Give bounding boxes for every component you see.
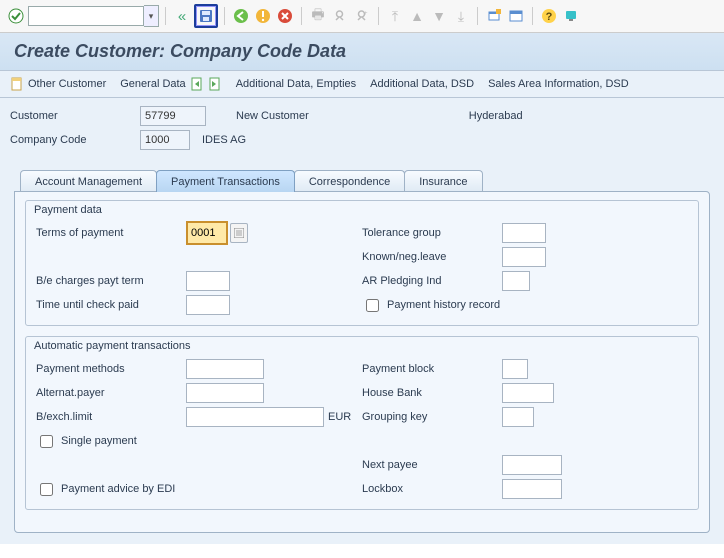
bexch-limit-input[interactable] [186, 407, 324, 427]
doc-next-icon[interactable] [208, 77, 222, 91]
tab-account-management[interactable]: Account Management [20, 170, 157, 192]
general-data-button[interactable]: General Data [120, 77, 221, 91]
company-code-label: Company Code [10, 134, 140, 146]
payment-methods-label: Payment methods [36, 363, 186, 375]
company-code-desc: IDES AG [202, 134, 246, 146]
command-field[interactable] [28, 6, 144, 26]
next-page-icon: ▼ [429, 6, 449, 26]
time-check-input[interactable] [186, 295, 230, 315]
terms-of-payment-input-wrap [186, 221, 228, 245]
page-title: Create Customer: Company Code Data [14, 41, 710, 62]
tab-payment-transactions[interactable]: Payment Transactions [156, 170, 295, 192]
last-page-icon: ⤓ [451, 6, 471, 26]
additional-data-dsd-button[interactable]: Additional Data, DSD [370, 78, 474, 90]
customer-value: 57799 [140, 106, 206, 126]
svg-text:?: ? [546, 11, 553, 23]
svg-text:+: + [364, 11, 368, 17]
customer-label: Customer [10, 110, 140, 122]
additional-data-empties-button[interactable]: Additional Data, Empties [236, 78, 356, 90]
payment-block-label: Payment block [362, 363, 502, 375]
payment-history-label: Payment history record [387, 299, 500, 311]
grouping-key-input[interactable] [502, 407, 534, 427]
be-charges-input[interactable] [186, 271, 230, 291]
lockbox-label: Lockbox [362, 483, 502, 495]
bexch-limit-currency: EUR [328, 411, 351, 423]
tabs-row: Account Management Payment Transactions … [20, 170, 710, 192]
tabstrip: Account Management Payment Transactions … [0, 158, 724, 544]
single-payment-checkbox[interactable] [40, 435, 53, 448]
group-auto-payment-legend: Automatic payment transactions [34, 340, 191, 352]
new-session-icon[interactable] [484, 6, 504, 26]
terms-of-payment-input[interactable] [188, 224, 226, 242]
bexch-limit-label: B/exch.limit [36, 411, 186, 423]
tab-insurance[interactable]: Insurance [404, 170, 482, 192]
ok-icon[interactable] [6, 6, 26, 26]
doc-prev-icon[interactable] [190, 77, 204, 91]
next-payee-input[interactable] [502, 455, 562, 475]
tolerance-group-input[interactable] [502, 223, 546, 243]
tolerance-group-label: Tolerance group [362, 227, 502, 239]
alternat-payer-input[interactable] [186, 383, 264, 403]
save-icon[interactable] [194, 4, 218, 28]
next-payee-label: Next payee [362, 459, 502, 471]
tab-correspondence[interactable]: Correspondence [294, 170, 405, 192]
app-toolbar: Other Customer General Data Additional D… [0, 71, 724, 98]
payment-methods-input[interactable] [186, 359, 264, 379]
document-icon [10, 77, 24, 91]
payment-history-checkbox[interactable] [366, 299, 379, 312]
time-check-label: Time until check paid [36, 299, 186, 311]
lockbox-input[interactable] [502, 479, 562, 499]
customer-city: Hyderabad [469, 110, 523, 122]
tab-body: Payment data Terms of payment B/e [14, 191, 710, 533]
alternat-payer-label: Alternat.payer [36, 387, 186, 399]
known-neg-leave-label: Known/neg.leave [362, 251, 502, 263]
exit-icon[interactable] [253, 6, 273, 26]
back-double-icon[interactable]: « [172, 6, 192, 26]
terms-of-payment-f4-icon[interactable] [230, 223, 248, 243]
print-icon: 🖶 [308, 6, 328, 26]
ar-pledging-label: AR Pledging Ind [362, 275, 502, 287]
title-band: Create Customer: Company Code Data [0, 33, 724, 71]
terms-of-payment-label: Terms of payment [36, 227, 186, 239]
find-icon [330, 6, 350, 26]
first-page-icon: ⤒ [385, 6, 405, 26]
sales-area-dsd-button[interactable]: Sales Area Information, DSD [488, 78, 629, 90]
house-bank-input[interactable] [502, 383, 554, 403]
find-next-icon: + [352, 6, 372, 26]
payment-advice-edi-checkbox[interactable] [40, 483, 53, 496]
house-bank-label: House Bank [362, 387, 502, 399]
help-icon[interactable]: ? [539, 6, 559, 26]
payment-advice-edi-label: Payment advice by EDI [61, 483, 175, 495]
ar-pledging-input[interactable] [502, 271, 530, 291]
customize-icon[interactable] [561, 6, 581, 26]
payment-block-input[interactable] [502, 359, 528, 379]
company-code-value: 1000 [140, 130, 190, 150]
command-field-wrap: ▾ [28, 5, 159, 27]
group-payment-data: Payment data Terms of payment B/e [25, 200, 699, 326]
group-auto-payment: Automatic payment transactions Payment m… [25, 336, 699, 510]
single-payment-label: Single payment [61, 435, 137, 447]
cancel-icon[interactable] [275, 6, 295, 26]
prev-page-icon: ▲ [407, 6, 427, 26]
customer-desc: New Customer [236, 110, 309, 122]
grouping-key-label: Grouping key [362, 411, 502, 423]
header-form: Customer 57799 New Customer Hyderabad Co… [0, 98, 724, 158]
back-icon[interactable] [231, 6, 251, 26]
known-neg-leave-input[interactable] [502, 247, 546, 267]
command-dropdown-icon[interactable]: ▾ [144, 5, 159, 27]
other-customer-button[interactable]: Other Customer [10, 77, 106, 91]
group-payment-data-legend: Payment data [34, 204, 102, 216]
be-charges-label: B/e charges payt term [36, 275, 186, 287]
system-toolbar: ▾ « 🖶 + ⤒ ▲ ▼ ⤓ ? [0, 0, 724, 33]
layout-icon[interactable] [506, 6, 526, 26]
